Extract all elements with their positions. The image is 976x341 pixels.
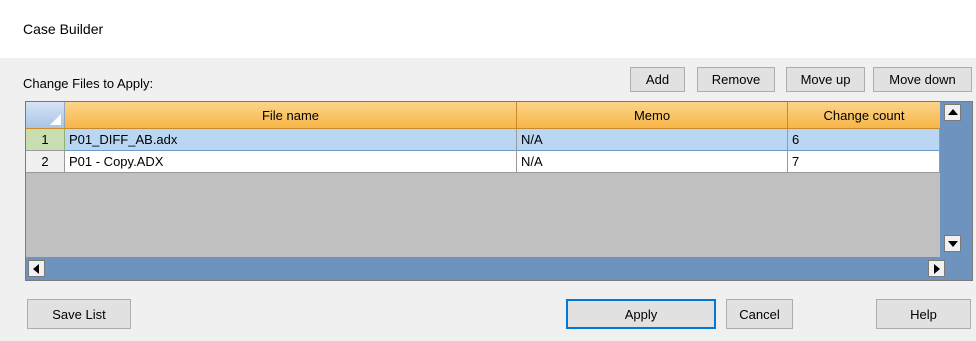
grid-header: File name Memo Change count [26,102,940,129]
memo-cell[interactable]: N/A [517,129,788,151]
scroll-right-icon[interactable] [928,260,945,277]
remove-button[interactable]: Remove [697,67,775,92]
help-button[interactable]: Help [876,299,971,329]
column-header-file-name[interactable]: File name [65,102,517,128]
file-name-cell[interactable]: P01 - Copy.ADX [65,151,517,173]
save-list-button[interactable]: Save List [27,299,131,329]
change-count-cell[interactable]: 6 [788,129,940,151]
move-down-button[interactable]: Move down [873,67,972,92]
memo-cell[interactable]: N/A [517,151,788,173]
title-bar: Case Builder [0,0,976,58]
change-count-cell[interactable]: 7 [788,151,940,173]
window-title: Case Builder [23,21,104,37]
move-up-button[interactable]: Move up [786,67,865,92]
table-row[interactable]: 1 P01_DIFF_AB.adx N/A 6 [26,129,940,151]
cancel-button[interactable]: Cancel [726,299,793,329]
case-builder-dialog: Case Builder Change Files to Apply: Add … [0,0,976,341]
column-header-memo[interactable]: Memo [517,102,788,128]
scroll-up-icon[interactable] [944,104,961,121]
scroll-down-icon[interactable] [944,235,961,252]
row-number[interactable]: 2 [26,151,65,173]
apply-button[interactable]: Apply [566,299,716,329]
horizontal-scrollbar[interactable] [26,257,972,280]
vertical-scrollbar[interactable] [940,102,972,257]
change-files-grid[interactable]: File name Memo Change count 1 P01_DIFF_A… [25,101,973,281]
column-header-change-count[interactable]: Change count [788,102,940,128]
scroll-left-icon[interactable] [28,260,45,277]
corner-select-all-icon[interactable] [26,102,65,128]
add-button[interactable]: Add [630,67,685,92]
change-files-label: Change Files to Apply: [23,76,154,91]
table-row[interactable]: 2 P01 - Copy.ADX N/A 7 [26,151,940,173]
row-number[interactable]: 1 [26,129,65,151]
file-name-cell[interactable]: P01_DIFF_AB.adx [65,129,517,151]
